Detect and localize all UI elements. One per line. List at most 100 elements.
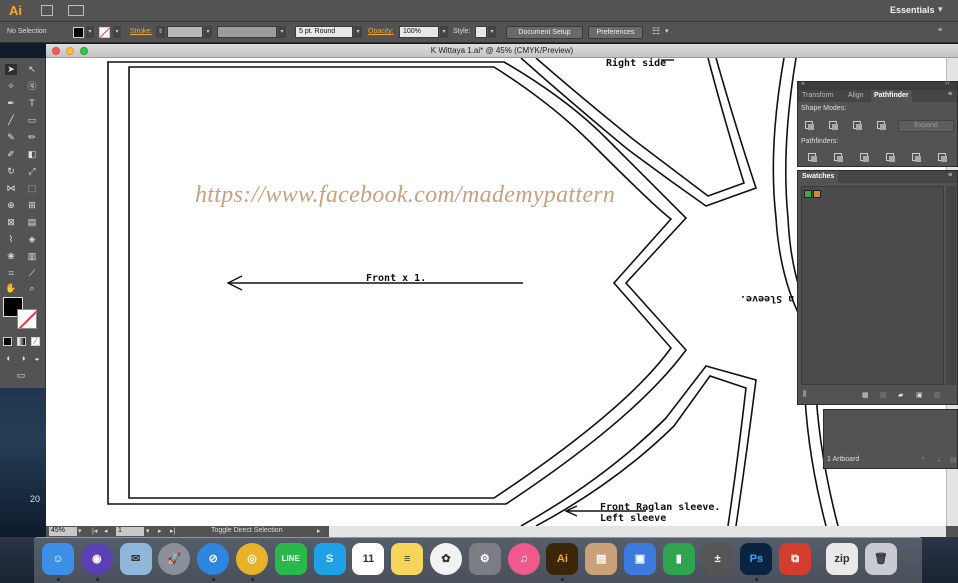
dock-launchpad-icon[interactable]: 🚀	[158, 543, 191, 575]
draw-normal-icon[interactable]: ◐	[3, 353, 15, 364]
artboard-field[interactable]: 1	[116, 527, 144, 536]
rectangle-tool-icon[interactable]: ▭	[26, 115, 38, 126]
graphic-style-swatch[interactable]	[475, 26, 487, 38]
type-tool-icon[interactable]: T	[26, 98, 38, 109]
fill-dropdown[interactable]: ▾	[86, 26, 94, 38]
brush-definition[interactable]: 5 pt. Round	[295, 26, 353, 38]
rotate-tool-icon[interactable]: ↻	[5, 166, 17, 177]
stroke-swatch[interactable]	[99, 27, 110, 38]
dock-photoshop-icon[interactable]: Ps	[740, 543, 773, 575]
style-dropdown[interactable]: ▾	[488, 26, 496, 38]
tab-align[interactable]: Align	[848, 92, 864, 99]
gradient-mode-button[interactable]	[17, 337, 26, 346]
dock-archive-icon[interactable]: zip	[826, 543, 858, 575]
intersect-icon[interactable]	[853, 121, 863, 130]
stroke-color-box[interactable]	[17, 309, 37, 329]
horizontal-scrollbar[interactable]	[329, 526, 946, 537]
panel-menu-icon[interactable]: ≡	[948, 172, 952, 179]
opacity-field[interactable]: 100%	[399, 26, 439, 38]
swatch-brown[interactable]	[813, 190, 821, 198]
dock-itunes-icon[interactable]: ♫	[507, 543, 540, 575]
opacity-dropdown[interactable]: ▾	[440, 26, 448, 38]
swatch-libraries-icon[interactable]: ⫼	[803, 391, 806, 399]
crop-icon[interactable]	[886, 153, 896, 162]
scale-tool-icon[interactable]: ⤢	[26, 166, 38, 177]
dock-calendar-icon[interactable]: 11	[352, 543, 385, 575]
draw-behind-icon[interactable]: ◑	[17, 353, 29, 364]
swatch-scrollbar[interactable]	[946, 186, 956, 385]
move-up-icon[interactable]: ⇡	[920, 456, 926, 464]
tab-transform[interactable]: Transform	[802, 92, 834, 99]
dock-trash-icon[interactable]: 🗑	[864, 543, 897, 575]
dock-numbers-icon[interactable]: ▮	[662, 543, 695, 575]
stroke-label[interactable]: Stroke:	[130, 28, 152, 35]
eyedropper-tool-icon[interactable]: ⌇	[5, 234, 17, 245]
show-kinds-icon[interactable]: ▦	[862, 391, 869, 399]
paintbrush-tool-icon[interactable]: ✎	[5, 132, 17, 143]
pen-tool-icon[interactable]: ✒	[5, 98, 17, 109]
opacity-label[interactable]: Opacity:	[368, 28, 394, 35]
pencil-tool-icon[interactable]: ✏	[26, 132, 38, 143]
collapse-panel-icon[interactable]: ‹‹	[945, 80, 950, 87]
eraser-tool-icon[interactable]: ◧	[26, 149, 38, 160]
exclude-icon[interactable]	[877, 121, 887, 130]
shape-builder-tool-icon[interactable]: ⊕	[5, 200, 17, 211]
outline-icon[interactable]	[912, 153, 922, 162]
tab-swatches[interactable]: Swatches	[798, 171, 839, 183]
arrange-documents-icon[interactable]	[68, 5, 84, 16]
mesh-tool-icon[interactable]: ⊠	[5, 217, 17, 228]
dock-skype-icon[interactable]: S	[313, 543, 346, 575]
delete-swatch-icon[interactable]: ▥	[934, 391, 941, 399]
document-setup-button[interactable]: Document Setup	[506, 26, 583, 39]
new-swatch-icon[interactable]: ▣	[916, 391, 923, 399]
dock-notes-icon[interactable]: ≡	[391, 543, 424, 575]
zoom-dropdown[interactable]: ▾	[78, 527, 82, 535]
stroke-weight-dropdown[interactable]: ▾	[204, 26, 212, 38]
dock-mail-icon[interactable]: ✉	[119, 543, 152, 575]
line-tool-icon[interactable]: ╱	[5, 115, 17, 126]
dock-line-icon[interactable]: LINE	[274, 543, 307, 575]
new-artboard-icon[interactable]: ▤	[950, 456, 957, 464]
dock-illustrator-icon[interactable]: Ai	[546, 543, 579, 575]
perspective-grid-tool-icon[interactable]: ⊞	[26, 200, 38, 211]
none-mode-button[interactable]: ⁄	[31, 337, 40, 346]
move-down-icon[interactable]: ⇣	[936, 456, 942, 464]
dock-system-preferences-icon[interactable]: ⚙	[468, 543, 501, 575]
tab-pathfinder[interactable]: Pathfinder	[871, 90, 912, 102]
unite-icon[interactable]	[805, 121, 815, 130]
free-transform-tool-icon[interactable]: ⬚	[26, 183, 38, 194]
color-mode-button[interactable]	[3, 337, 12, 346]
last-artboard-icon[interactable]: ▸|	[170, 527, 175, 535]
magic-wand-tool-icon[interactable]: ✧	[5, 81, 17, 92]
symbol-sprayer-tool-icon[interactable]: ❀	[5, 251, 17, 262]
next-artboard-icon[interactable]: ▸	[158, 527, 162, 535]
first-artboard-icon[interactable]: |◂	[92, 527, 97, 535]
hand-tool-icon[interactable]: ✋	[5, 283, 17, 294]
slice-tool-icon[interactable]: ⟋	[26, 268, 38, 279]
lasso-tool-icon[interactable]: ⓠ	[26, 81, 38, 92]
stroke-dropdown[interactable]: ▾	[113, 26, 121, 38]
artboard-dropdown[interactable]: ▾	[146, 527, 150, 535]
merge-icon[interactable]	[860, 153, 870, 162]
preferences-button[interactable]: Preferences	[588, 26, 643, 39]
stroke-weight-field[interactable]	[167, 26, 203, 38]
expand-button[interactable]: Expand	[898, 120, 954, 132]
dock-calculator-icon[interactable]: ±	[701, 543, 734, 575]
dock-chrome-icon[interactable]: ◎	[236, 543, 268, 575]
bridge-icon[interactable]	[41, 5, 53, 16]
trim-icon[interactable]	[834, 153, 844, 162]
fill-swatch[interactable]	[73, 27, 84, 38]
brush-dropdown[interactable]: ▾	[354, 26, 362, 38]
blend-tool-icon[interactable]: ◈	[26, 234, 38, 245]
chevron-down-icon[interactable]: ▾	[665, 27, 669, 35]
minus-back-icon[interactable]	[938, 153, 948, 162]
panel-menu-icon[interactable]: ≡	[938, 27, 942, 34]
minus-front-icon[interactable]	[829, 121, 839, 130]
previous-artboard-icon[interactable]: ◂	[104, 527, 108, 535]
dock-preview-icon[interactable]: ▤	[585, 543, 618, 575]
dock-siri-icon[interactable]: ◉	[80, 543, 113, 575]
swatch-options-icon[interactable]: ▤	[880, 391, 887, 399]
dock-keynote-icon[interactable]: ▣	[624, 543, 656, 575]
draw-inside-icon[interactable]: ◒	[31, 353, 43, 364]
dock-remote-desktop-icon[interactable]: ⧉	[779, 543, 812, 575]
